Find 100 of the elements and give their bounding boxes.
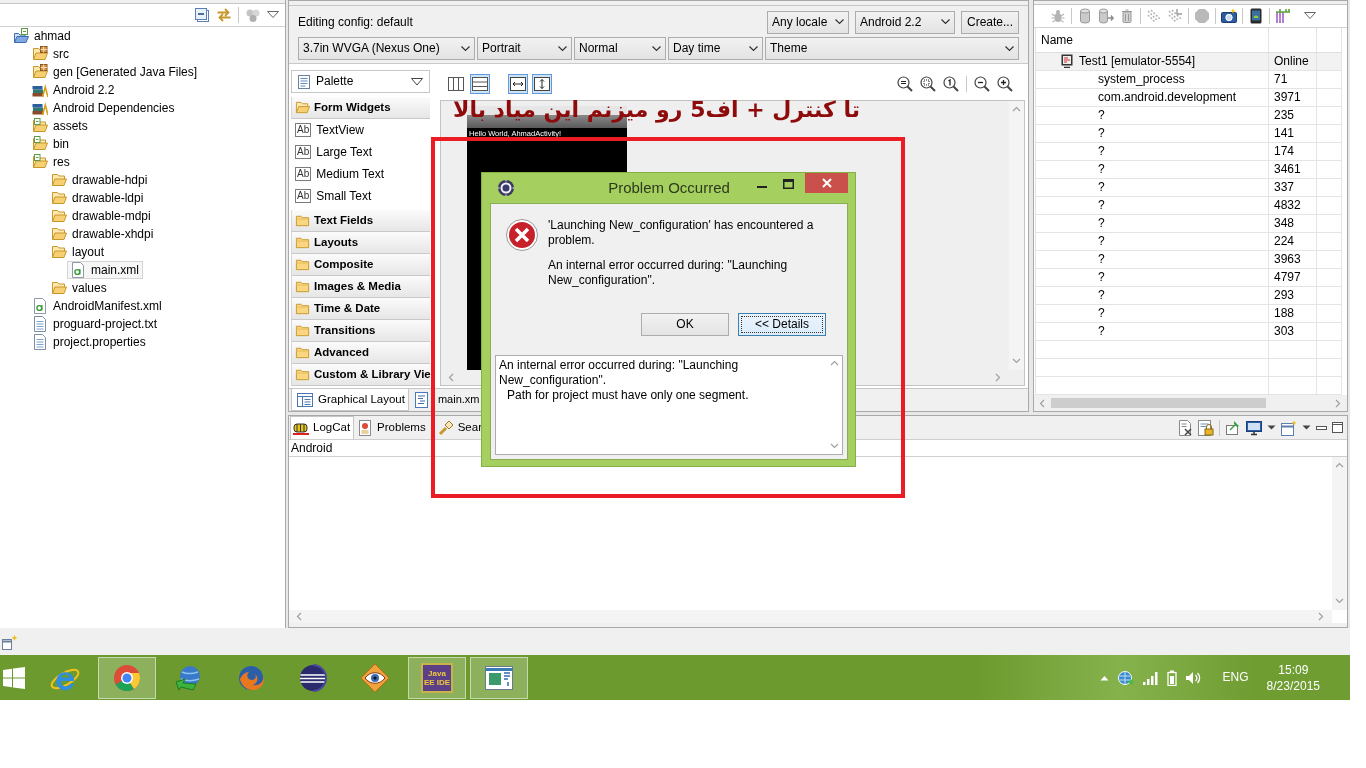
view-toggle-button[interactable] — [532, 74, 552, 94]
threads-icon[interactable] — [1146, 8, 1162, 24]
tree-item[interactable]: ahmad — [10, 27, 75, 45]
tree-item[interactable]: values — [48, 279, 111, 297]
scroll-left-icon[interactable] — [295, 612, 304, 621]
tree-item[interactable]: gen [Generated Java Files] — [29, 63, 202, 81]
tree-item[interactable]: Android Dependencies — [29, 99, 179, 117]
vertical-scrollbar[interactable] — [1332, 457, 1347, 610]
palette-category[interactable]: Transitions — [291, 320, 430, 342]
view-toggle-button[interactable] — [508, 74, 528, 94]
stop-icon[interactable] — [1194, 8, 1210, 24]
tree-item[interactable]: main.xml — [67, 261, 143, 279]
maximize-icon[interactable] — [1332, 422, 1343, 433]
palette-category[interactable]: Time & Date — [291, 298, 430, 320]
view-tab[interactable]: LogCat — [290, 416, 355, 439]
palette-menu-button[interactable]: Palette — [291, 70, 430, 93]
speaker-icon[interactable] — [1184, 670, 1201, 685]
zoom-real-size-icon[interactable] — [920, 76, 936, 92]
zoom-in-icon[interactable] — [997, 76, 1013, 92]
scroll-up-icon[interactable] — [1012, 105, 1021, 114]
config-dropdown[interactable]: 3.7in WVGA (Nexus One) — [298, 37, 475, 60]
cylinder-icon[interactable] — [1077, 8, 1093, 24]
column-header[interactable]: Name — [1036, 32, 1073, 47]
tree-item[interactable]: Android 2.2 — [29, 81, 119, 99]
details-field[interactable]: An internal error occurred during: "Launching New_configuration". Path for project must have only one segment. — [495, 355, 843, 455]
scroll-thumb[interactable] — [1051, 398, 1266, 408]
tree-item[interactable]: src — [29, 45, 73, 63]
tree-item[interactable]: assets — [29, 117, 92, 135]
tree-item[interactable]: project.properties — [29, 333, 150, 351]
monitor-icon[interactable] — [1246, 419, 1262, 436]
config-dropdown[interactable]: Android 2.2 — [854, 10, 955, 34]
phone-icon[interactable] — [1248, 8, 1264, 24]
tree-item[interactable]: AndroidManifest.xml — [29, 297, 166, 315]
threads-arrow-icon[interactable] — [1167, 8, 1183, 24]
scroll-right-icon[interactable] — [1334, 398, 1343, 408]
config-dropdown[interactable]: Theme — [765, 37, 1019, 60]
tree-item[interactable]: layout — [48, 243, 109, 261]
zoom-out-icon[interactable] — [974, 76, 990, 92]
close-button[interactable] — [805, 173, 848, 193]
dialog-button[interactable]: OK — [641, 313, 729, 336]
scroll-right-icon[interactable] — [1317, 612, 1326, 621]
palette-item[interactable]: Ab Large Text — [291, 141, 430, 163]
horizontal-scrollbar[interactable] — [1034, 395, 1347, 411]
cylinder-arrow-icon[interactable] — [1098, 8, 1114, 24]
minimize-icon[interactable] — [1316, 425, 1327, 430]
scroll-down-icon[interactable] — [1335, 597, 1344, 606]
zoom-fit-icon[interactable] — [897, 76, 913, 92]
config-dropdown[interactable]: Day time — [668, 37, 763, 60]
editor-tab[interactable]: Graphical Layout — [291, 389, 409, 411]
signal-bars-icon[interactable] — [1142, 670, 1159, 685]
filter-icon[interactable] — [245, 7, 261, 23]
view-tab[interactable]: Sear — [434, 416, 486, 439]
view-tab[interactable]: Problems — [354, 416, 430, 439]
scroll-up-icon[interactable] — [1335, 461, 1344, 470]
scroll-left-icon[interactable] — [447, 373, 456, 382]
scroll-down-icon[interactable] — [830, 442, 839, 451]
bug-icon[interactable] — [1050, 8, 1066, 24]
horizontal-scrollbar[interactable] — [289, 610, 1332, 623]
vertical-scrollbar[interactable] — [1009, 101, 1024, 370]
bar-chart-icon[interactable] — [1275, 8, 1291, 24]
trash-icon[interactable] — [1119, 8, 1135, 24]
create-button[interactable]: Create... — [960, 10, 1019, 34]
taskbar-button[interactable] — [470, 656, 528, 699]
config-dropdown[interactable]: Any locale — [766, 10, 849, 34]
palette-category[interactable]: Advanced — [291, 342, 430, 364]
tree-item[interactable]: proguard-project.txt — [29, 315, 162, 333]
palette-category[interactable]: Images & Media — [291, 276, 430, 298]
scroll-lock-icon[interactable] — [1198, 419, 1214, 436]
tree-item[interactable]: drawable-mdpi — [48, 207, 155, 225]
palette-category[interactable]: Custom & Library Vie — [291, 364, 430, 386]
palette-category[interactable]: Composite — [291, 254, 430, 276]
network-globe-icon[interactable] — [1116, 669, 1135, 686]
view-toggle-button[interactable] — [470, 74, 490, 94]
scroll-right-icon[interactable] — [994, 373, 1003, 382]
scroll-up-icon[interactable] — [830, 359, 839, 368]
collapse-all-icon[interactable] — [194, 7, 210, 23]
taskbar-button[interactable]: Java EE IDE — [408, 656, 466, 699]
palette-category[interactable]: Form Widgets — [291, 97, 430, 119]
scroll-left-icon[interactable] — [1038, 398, 1047, 408]
pin-icon[interactable] — [1225, 419, 1241, 436]
palette-item[interactable]: Ab TextView — [291, 119, 430, 141]
scroll-down-icon[interactable] — [1012, 357, 1021, 366]
new-window-icon[interactable] — [1281, 419, 1297, 436]
palette-item[interactable]: Ab Medium Text — [291, 163, 430, 185]
tree-item[interactable]: res — [29, 153, 74, 171]
dialog-button[interactable]: << Details — [738, 313, 826, 336]
zoom-one-icon[interactable] — [943, 76, 959, 92]
config-dropdown[interactable]: Portrait — [477, 37, 572, 60]
view-toggle-button[interactable] — [446, 74, 466, 94]
palette-category[interactable]: Layouts — [291, 232, 430, 254]
dropdown-caret-icon[interactable] — [1302, 425, 1311, 430]
tree-item[interactable]: bin — [29, 135, 73, 153]
tree-item[interactable]: drawable-xhdpi — [48, 225, 158, 243]
battery-icon[interactable] — [1166, 669, 1177, 686]
clear-log-icon[interactable] — [1177, 419, 1193, 436]
dropdown-caret-icon[interactable] — [1267, 425, 1276, 430]
palette-item[interactable]: Ab Small Text — [291, 185, 430, 207]
tree-item[interactable]: drawable-ldpi — [48, 189, 148, 207]
tree-item[interactable]: drawable-hdpi — [48, 171, 152, 189]
link-arrows-icon[interactable] — [216, 7, 232, 23]
